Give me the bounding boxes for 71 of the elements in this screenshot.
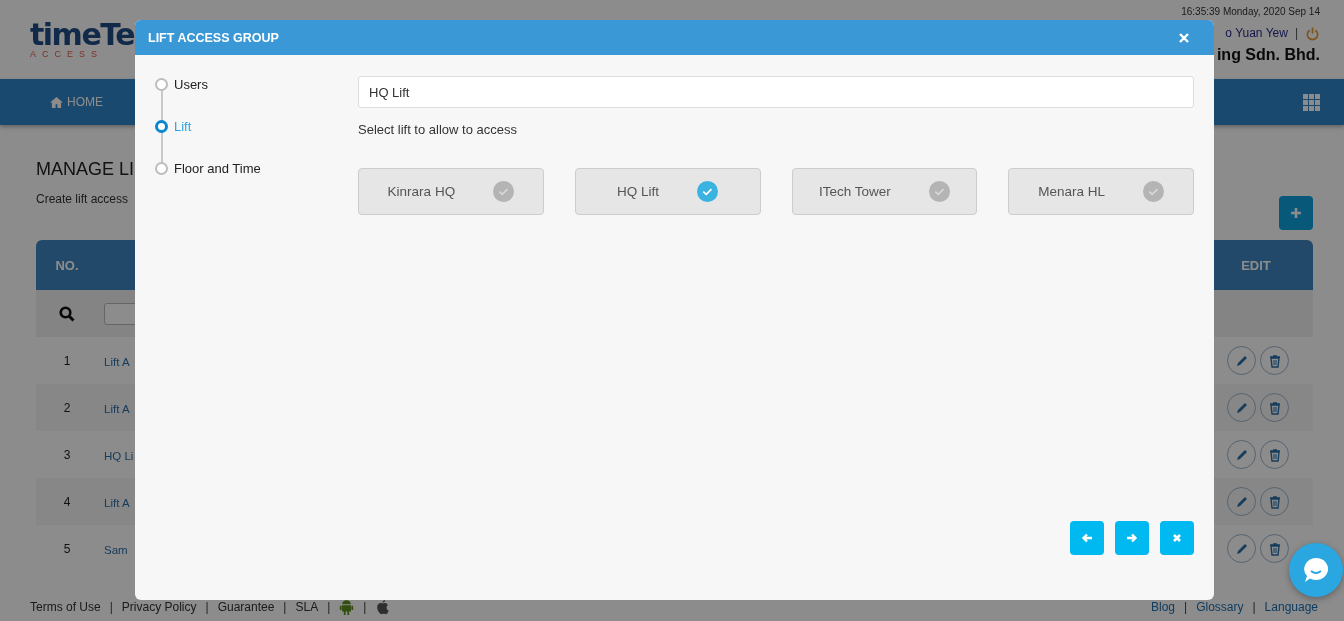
apple-icon[interactable] (375, 599, 391, 615)
row-link[interactable]: Sam (104, 543, 128, 556)
separator: | (205, 600, 209, 614)
android-icon[interactable] (339, 599, 355, 615)
separator: | (1184, 600, 1188, 614)
user-name[interactable]: o Yuan Yew (1225, 26, 1288, 40)
step-label[interactable]: Users (174, 76, 208, 92)
row-link[interactable]: HQ Li (104, 449, 134, 462)
table-cell-text: 3 (62, 447, 72, 462)
separator: | (1294, 26, 1298, 40)
footer-link[interactable]: Privacy Policy (121, 600, 197, 614)
row-link[interactable]: Lift A (104, 402, 130, 415)
footer-link[interactable]: SLA (295, 600, 319, 614)
pencil-icon (1234, 541, 1249, 556)
pencil-icon (1234, 353, 1249, 368)
footer-link[interactable]: Guarantee (217, 600, 275, 614)
step-label[interactable]: Lift (174, 118, 192, 134)
footer-link[interactable]: Language (1264, 600, 1318, 614)
lift-option[interactable]: HQ Lift (574, 168, 761, 215)
page-title: MANAGE LI (36, 159, 135, 180)
power-icon[interactable] (1305, 25, 1320, 41)
cancel-button[interactable] (1160, 521, 1194, 555)
back-button[interactable] (1070, 521, 1104, 555)
logo: timeTe ACCESS (30, 16, 135, 59)
plus-icon (1290, 207, 1302, 219)
trash-icon (1267, 400, 1282, 415)
home-icon (50, 96, 63, 108)
arrow-left-icon (1081, 532, 1093, 544)
company-name: ing Sdn. Bhd. (1216, 45, 1320, 65)
table-cell-text: 1 (62, 353, 72, 368)
name-field[interactable]: HQ Lift (358, 76, 1194, 108)
page-subtitle: Create lift access (36, 192, 130, 206)
footer-link[interactable]: Blog (1151, 600, 1175, 614)
separator: | (363, 600, 367, 614)
close-icon (1171, 532, 1183, 544)
modal-title: LIFT ACCESS GROUP (148, 30, 279, 45)
table-cell-text: 5 (62, 541, 72, 556)
lift-option[interactable]: Menara HL (1008, 168, 1194, 215)
column-header: EDIT (1240, 257, 1272, 273)
next-button[interactable] (1115, 521, 1149, 555)
footer-link[interactable]: Terms of Use (30, 600, 101, 614)
trash-icon (1267, 494, 1282, 509)
add-button[interactable] (1279, 196, 1313, 230)
separator: | (283, 600, 287, 614)
nav-item[interactable]: HOME (50, 95, 103, 109)
table-cell-text: 2 (62, 400, 72, 415)
lift-option[interactable]: Kinrara HQ (358, 168, 544, 215)
step-label[interactable]: Floor and Time (174, 160, 261, 176)
table-cell-text: 4 (62, 494, 72, 509)
trash-icon (1267, 353, 1282, 368)
close-icon[interactable] (1178, 31, 1190, 44)
search-icon (59, 305, 75, 322)
row-link[interactable]: Lift A (104, 496, 130, 509)
row-link[interactable]: Lift A (104, 355, 130, 368)
pencil-icon (1234, 494, 1249, 509)
lift-option[interactable]: ITech Tower (791, 168, 978, 215)
footer-link[interactable]: Glossary (1196, 600, 1244, 614)
trash-icon (1267, 541, 1282, 556)
separator: | (1252, 600, 1256, 614)
pencil-icon (1234, 447, 1249, 462)
hint-text: Select lift to allow to access (358, 122, 518, 137)
chat-icon (1301, 555, 1331, 585)
date-time: 16:35:39 Monday, 2020 Sep 14 (1181, 6, 1320, 19)
apps-icon[interactable] (1303, 93, 1320, 111)
separator: | (327, 600, 331, 614)
column-header: NO. (54, 257, 80, 273)
pencil-icon (1234, 400, 1249, 415)
trash-icon (1267, 447, 1282, 462)
separator: | (109, 600, 113, 614)
arrow-right-icon (1126, 532, 1138, 544)
chat-button[interactable] (1289, 543, 1343, 597)
